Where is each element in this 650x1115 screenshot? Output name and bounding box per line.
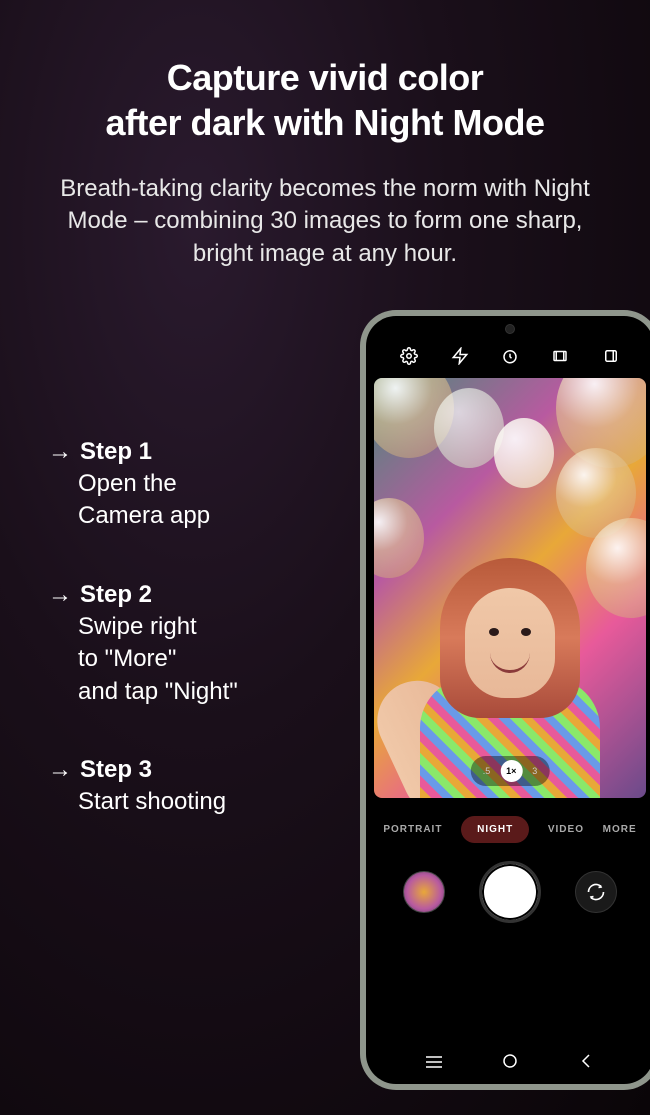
- mode-night[interactable]: NIGHT: [461, 816, 529, 843]
- zoom-option-active[interactable]: 1×: [500, 760, 522, 782]
- camera-controls: [366, 861, 650, 923]
- steps-list: → Step 1 Open theCamera app → Step 2 Swi…: [48, 438, 308, 866]
- step-2: → Step 2 Swipe rightto "More"and tap "Ni…: [48, 581, 308, 708]
- back-icon[interactable]: [571, 1053, 601, 1074]
- timer-icon[interactable]: [500, 346, 520, 366]
- step-label: Step 1: [80, 438, 152, 466]
- flash-icon[interactable]: [450, 346, 470, 366]
- arrow-right-icon: →: [48, 438, 72, 466]
- viewfinder[interactable]: .5 1× 3: [374, 378, 646, 798]
- shutter-button[interactable]: [479, 861, 541, 923]
- step-1: → Step 1 Open theCamera app: [48, 438, 308, 533]
- system-navbar: [366, 1053, 650, 1074]
- gallery-thumbnail[interactable]: [403, 871, 445, 913]
- zoom-control[interactable]: .5 1× 3: [471, 756, 550, 786]
- step-body: Swipe rightto "More"and tap "Night": [78, 611, 308, 708]
- phone-mockup: .5 1× 3 PORTRAIT NIGHT VIDEO MORE: [360, 310, 650, 1090]
- ratio-icon[interactable]: [550, 346, 570, 366]
- page-subtitle: Breath-taking clarity becomes the norm w…: [0, 173, 650, 270]
- effects-icon[interactable]: [601, 346, 621, 366]
- step-label: Step 2: [80, 581, 152, 609]
- mode-portrait[interactable]: PORTRAIT: [383, 824, 442, 835]
- step-3: → Step 3 Start shooting: [48, 756, 308, 818]
- arrow-right-icon: →: [48, 756, 72, 784]
- zoom-option[interactable]: 3: [528, 763, 541, 779]
- phone-screen: .5 1× 3 PORTRAIT NIGHT VIDEO MORE: [366, 316, 650, 1084]
- page-title: Capture vivid colorafter dark with Night…: [0, 0, 650, 145]
- switch-camera-button[interactable]: [575, 871, 617, 913]
- step-label: Step 3: [80, 756, 152, 784]
- settings-icon[interactable]: [399, 346, 419, 366]
- front-camera-icon: [505, 324, 515, 334]
- camera-modes[interactable]: PORTRAIT NIGHT VIDEO MORE: [366, 816, 650, 843]
- arrow-right-icon: →: [48, 581, 72, 609]
- home-icon[interactable]: [495, 1053, 525, 1074]
- step-body: Open theCamera app: [78, 468, 308, 533]
- zoom-option[interactable]: .5: [479, 763, 495, 779]
- mode-video[interactable]: VIDEO: [548, 824, 584, 835]
- mode-more[interactable]: MORE: [603, 824, 637, 835]
- camera-toolbar: [366, 346, 650, 366]
- step-body: Start shooting: [78, 786, 308, 818]
- recents-icon[interactable]: [419, 1053, 449, 1074]
